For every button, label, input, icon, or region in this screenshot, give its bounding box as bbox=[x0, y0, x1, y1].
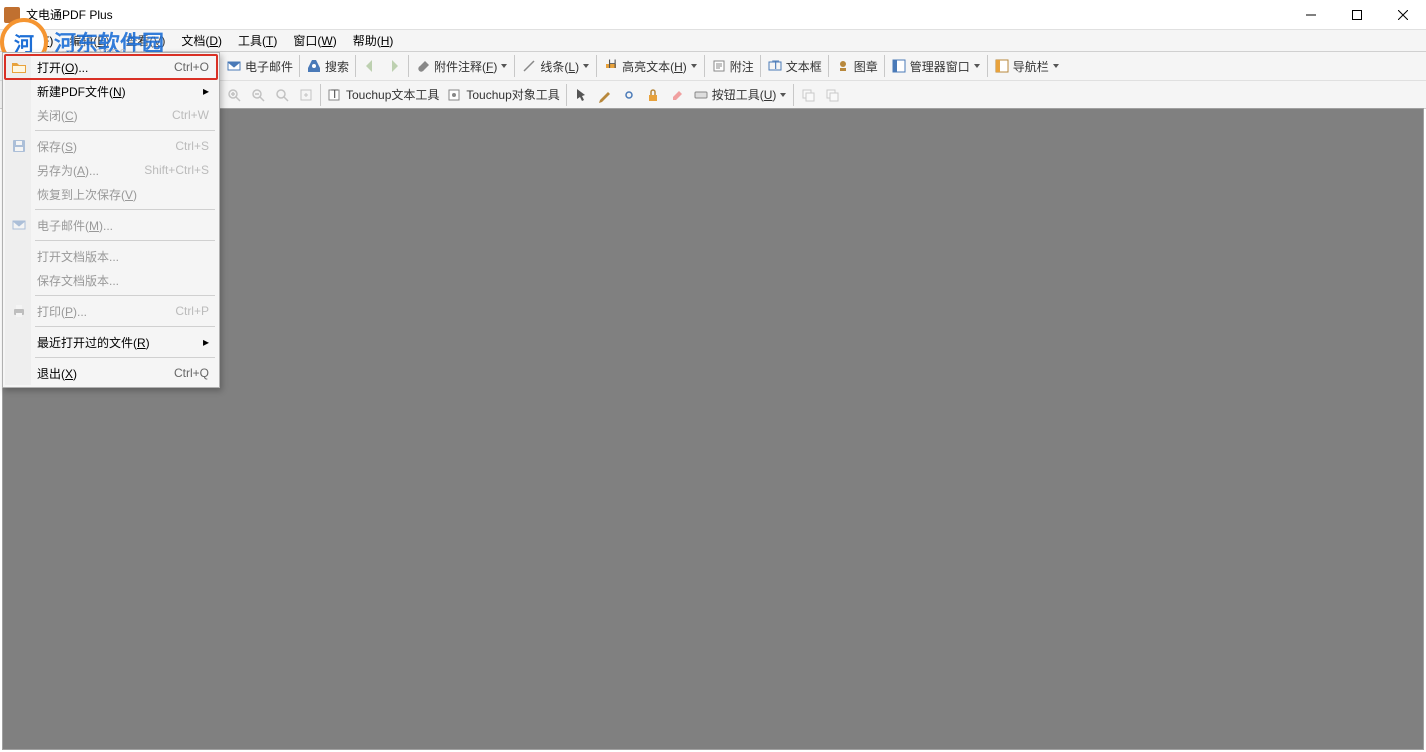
touchup-text-icon bbox=[327, 87, 343, 103]
minimize-button[interactable] bbox=[1288, 0, 1334, 30]
chevron-down-icon bbox=[582, 62, 590, 70]
menu-tools[interactable]: 工具(T) bbox=[230, 30, 285, 51]
paste-button[interactable] bbox=[820, 83, 844, 107]
menu-document[interactable]: 文档(D) bbox=[173, 30, 230, 51]
binoculars-icon bbox=[306, 58, 322, 74]
file-new-pdf[interactable]: 新建PDF文件(N) ▸ bbox=[5, 79, 217, 103]
search-button[interactable]: 搜索 bbox=[302, 54, 353, 78]
file-email[interactable]: 电子邮件(M)... bbox=[5, 213, 217, 237]
magnifier-icon bbox=[274, 87, 290, 103]
eraser-icon bbox=[669, 87, 685, 103]
file-open[interactable]: 打开(O)... Ctrl+O bbox=[5, 55, 217, 79]
menu-window[interactable]: 窗口(W) bbox=[285, 30, 344, 51]
note-button[interactable]: 附注 bbox=[707, 54, 758, 78]
menu-file[interactable]: 文件(F) bbox=[6, 30, 61, 51]
lock-button[interactable] bbox=[641, 83, 665, 107]
link-icon bbox=[621, 87, 637, 103]
button-icon bbox=[693, 87, 709, 103]
arrow-right-icon bbox=[386, 58, 402, 74]
manager-window-button[interactable]: 管理器窗口 bbox=[887, 54, 985, 78]
folder-open-icon bbox=[11, 59, 27, 75]
app-title: 文电通PDF Plus bbox=[26, 6, 113, 23]
pen-icon bbox=[597, 87, 613, 103]
navbar-icon bbox=[994, 58, 1010, 74]
stamp-icon bbox=[835, 58, 851, 74]
touchup-text-button[interactable]: Touchup文本工具 bbox=[323, 83, 443, 107]
app-icon bbox=[4, 7, 20, 23]
zoom-out-icon bbox=[250, 87, 266, 103]
file-menu-dropdown: 打开(O)... Ctrl+O 新建PDF文件(N) ▸ 关闭(C) Ctrl+… bbox=[2, 52, 220, 388]
chevron-down-icon bbox=[973, 62, 981, 70]
touchup-object-button[interactable]: Touchup对象工具 bbox=[443, 83, 563, 107]
chevron-down-icon bbox=[1052, 62, 1060, 70]
navbar-button[interactable]: 导航栏 bbox=[990, 54, 1064, 78]
nav-prev-button[interactable] bbox=[358, 54, 382, 78]
save-icon bbox=[11, 138, 27, 154]
file-recent[interactable]: 最近打开过的文件(R) ▸ bbox=[5, 330, 217, 354]
maximize-button[interactable] bbox=[1334, 0, 1380, 30]
highlight-icon bbox=[603, 58, 619, 74]
mail-icon bbox=[11, 217, 27, 233]
line-tool-button[interactable]: 线条(L) bbox=[517, 54, 594, 78]
chevron-down-icon bbox=[500, 62, 508, 70]
mail-icon bbox=[226, 58, 242, 74]
zoom-in-button[interactable] bbox=[222, 83, 246, 107]
file-close[interactable]: 关闭(C) Ctrl+W bbox=[5, 103, 217, 127]
stamp-button[interactable]: 图章 bbox=[831, 54, 882, 78]
file-save-as[interactable]: 另存为(A)... Shift+Ctrl+S bbox=[5, 158, 217, 182]
menu-bar: 文件(F) 编辑(E) 查看(V) 文档(D) 工具(T) 窗口(W) 帮助(H… bbox=[0, 30, 1426, 52]
zoom-button[interactable] bbox=[270, 83, 294, 107]
file-save-version[interactable]: 保存文档版本... bbox=[5, 268, 217, 292]
pen-button[interactable] bbox=[593, 83, 617, 107]
textbox-icon bbox=[767, 58, 783, 74]
note-icon bbox=[711, 58, 727, 74]
copy-icon bbox=[800, 87, 816, 103]
textbox-button[interactable]: 文本框 bbox=[763, 54, 826, 78]
chevron-down-icon bbox=[779, 91, 787, 99]
chevron-down-icon bbox=[690, 62, 698, 70]
cursor-button[interactable] bbox=[569, 83, 593, 107]
menu-edit[interactable]: 编辑(E) bbox=[61, 30, 117, 51]
nav-next-button[interactable] bbox=[382, 54, 406, 78]
menu-view[interactable]: 查看(V) bbox=[117, 30, 173, 51]
file-revert[interactable]: 恢复到上次保存(V) bbox=[5, 182, 217, 206]
copy-button[interactable] bbox=[796, 83, 820, 107]
chevron-right-icon: ▸ bbox=[199, 335, 209, 349]
paste-icon bbox=[824, 87, 840, 103]
arrow-left-icon bbox=[362, 58, 378, 74]
attach-icon bbox=[415, 58, 431, 74]
fit-button[interactable] bbox=[294, 83, 318, 107]
line-icon bbox=[521, 58, 537, 74]
fit-icon bbox=[298, 87, 314, 103]
chevron-right-icon: ▸ bbox=[199, 84, 209, 98]
touchup-object-icon bbox=[447, 87, 463, 103]
manager-icon bbox=[891, 58, 907, 74]
link-button[interactable] bbox=[617, 83, 641, 107]
title-bar: 文电通PDF Plus bbox=[0, 0, 1426, 30]
cursor-icon bbox=[573, 87, 589, 103]
highlight-button[interactable]: 高亮文本(H) bbox=[599, 54, 702, 78]
close-button[interactable] bbox=[1380, 0, 1426, 30]
file-exit[interactable]: 退出(X) Ctrl+Q bbox=[5, 361, 217, 385]
zoom-out-button[interactable] bbox=[246, 83, 270, 107]
zoom-in-icon bbox=[226, 87, 242, 103]
lock-icon bbox=[645, 87, 661, 103]
email-button[interactable]: 电子邮件 bbox=[222, 54, 297, 78]
attach-comment-button[interactable]: 附件注释(F) bbox=[411, 54, 512, 78]
eraser-button[interactable] bbox=[665, 83, 689, 107]
print-icon bbox=[11, 303, 27, 319]
menu-help[interactable]: 帮助(H) bbox=[345, 30, 402, 51]
button-tool-button[interactable]: 按钮工具(U) bbox=[689, 83, 792, 107]
file-print[interactable]: 打印(P)... Ctrl+P bbox=[5, 299, 217, 323]
file-save[interactable]: 保存(S) Ctrl+S bbox=[5, 134, 217, 158]
file-open-version[interactable]: 打开文档版本... bbox=[5, 244, 217, 268]
